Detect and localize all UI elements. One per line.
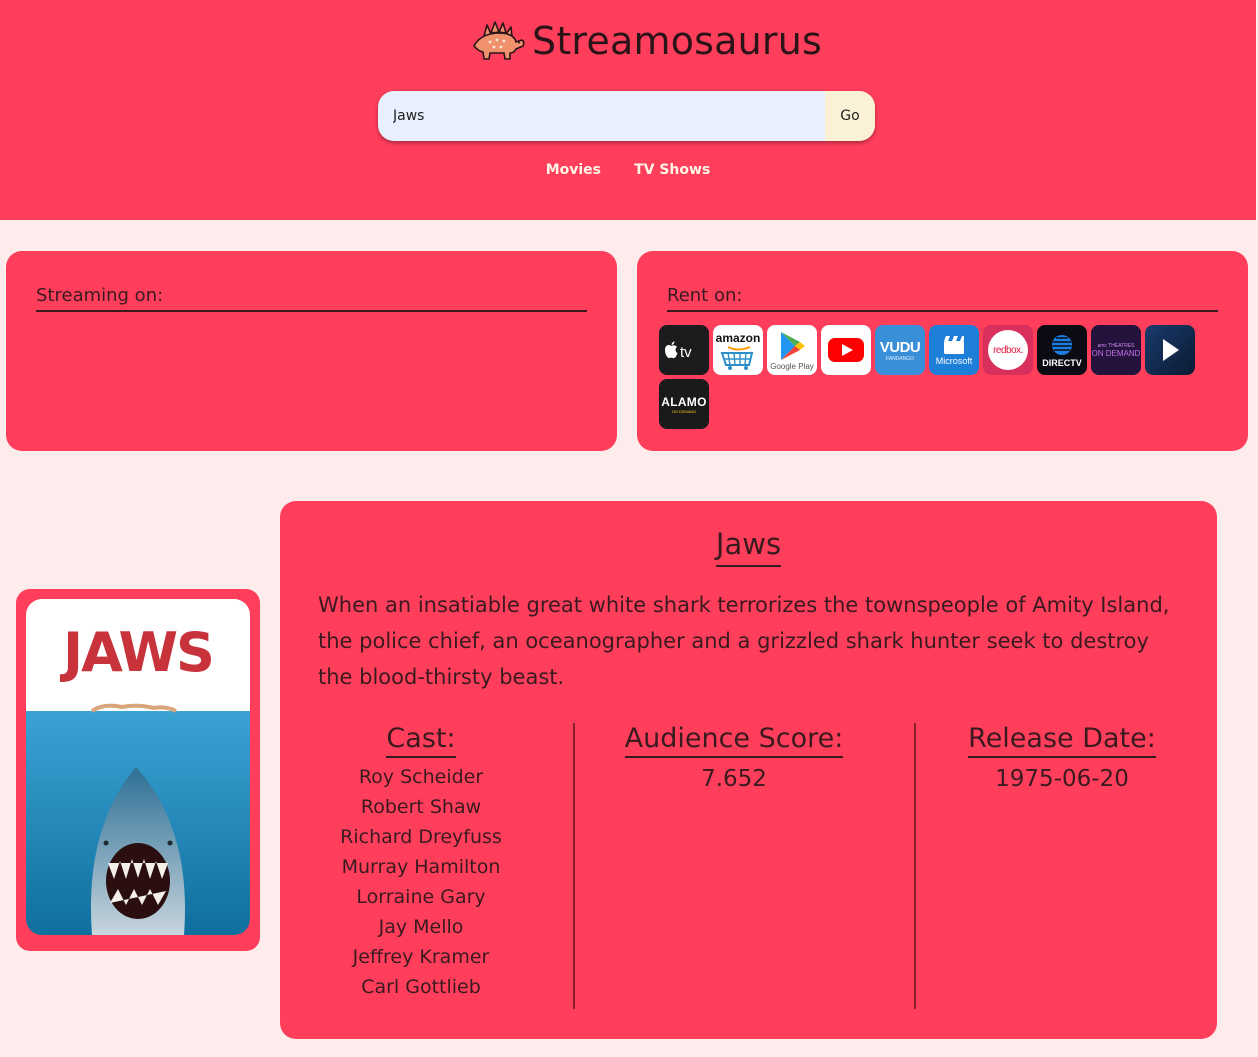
search-go-button[interactable]: Go bbox=[825, 91, 875, 141]
release-column: Release Date: 1975-06-20 bbox=[962, 723, 1162, 792]
redbox-text: redbox. bbox=[993, 344, 1023, 356]
amazon-logo-text: amazon bbox=[715, 331, 761, 345]
cast-member: Murray Hamilton bbox=[341, 856, 501, 878]
main-nav: Movies TV Shows bbox=[0, 159, 1256, 178]
app-title: Streamosaurus bbox=[532, 19, 823, 63]
play-icon[interactable] bbox=[1145, 325, 1195, 375]
movie-poster[interactable]: JAWS bbox=[26, 599, 250, 935]
cast-heading: Cast: bbox=[386, 723, 456, 758]
cast-column: Cast: Roy Scheider Robert Shaw Richard D… bbox=[340, 723, 502, 1002]
cast-member: Lorraine Gary bbox=[356, 886, 486, 908]
rent-provider-list: tv amazon Google Play VUDU FANDANGO Micr… bbox=[659, 325, 1219, 429]
youtube-icon[interactable] bbox=[821, 325, 871, 375]
search-input[interactable] bbox=[378, 91, 825, 141]
cast-member: Carl Gottlieb bbox=[361, 976, 481, 998]
cast-member: Robert Shaw bbox=[360, 796, 482, 818]
alamo-icon[interactable]: ALAMO ON DEMAND bbox=[659, 379, 709, 429]
microsoft-icon[interactable]: Microsoft bbox=[929, 325, 979, 375]
vudu-subtext: FANDANGO bbox=[885, 355, 915, 362]
column-divider bbox=[914, 723, 916, 1009]
cast-member: Roy Scheider bbox=[358, 766, 484, 788]
nav-tv-shows-link[interactable]: TV Shows bbox=[634, 162, 710, 178]
movie-details-card: Jaws When an insatiable great white shar… bbox=[280, 501, 1217, 1039]
poster-title: JAWS bbox=[59, 621, 213, 684]
microsoft-text: Microsoft bbox=[935, 356, 973, 366]
stegosaurus-logo-icon bbox=[473, 21, 525, 60]
brand[interactable]: Streamosaurus bbox=[470, 18, 822, 64]
cast-member: Richard Dreyfuss bbox=[340, 826, 502, 848]
alamo-subtext: ON DEMAND bbox=[671, 408, 697, 414]
movie-title-text: Jaws bbox=[715, 527, 782, 567]
release-heading: Release Date: bbox=[968, 723, 1156, 758]
site-header: Streamosaurus Go Movies TV Shows bbox=[0, 0, 1256, 220]
streaming-panel: Streaming on: bbox=[6, 251, 617, 451]
streaming-title: Streaming on: bbox=[36, 285, 587, 312]
audience-score: 7.652 bbox=[701, 766, 767, 792]
vudu-text: VUDU bbox=[879, 338, 921, 356]
rent-panel: Rent on: tv amazon Google Play VUDU FAND… bbox=[637, 251, 1248, 451]
google-play-icon[interactable]: Google Play bbox=[767, 325, 817, 375]
apple-tv-icon[interactable]: tv bbox=[659, 325, 709, 375]
alamo-text: ALAMO bbox=[661, 394, 707, 409]
release-date: 1975-06-20 bbox=[995, 766, 1129, 792]
cast-member: Jay Mello bbox=[378, 916, 464, 938]
vudu-icon[interactable]: VUDU FANDANGO bbox=[875, 325, 925, 375]
amc-text: ON DEMAND bbox=[1091, 348, 1141, 358]
directv-icon[interactable]: DIRECTV bbox=[1037, 325, 1087, 375]
svg-text:tv: tv bbox=[680, 344, 692, 361]
rent-title: Rent on: bbox=[667, 285, 1218, 312]
amazon-icon[interactable]: amazon bbox=[713, 325, 763, 375]
movie-title: Jaws bbox=[280, 527, 1217, 567]
score-heading: Audience Score: bbox=[624, 723, 844, 758]
cast-list: Roy Scheider Robert Shaw Richard Dreyfus… bbox=[340, 762, 502, 1002]
redbox-icon[interactable]: redbox. bbox=[983, 325, 1033, 375]
amc-on-demand-icon[interactable]: amc THEATRES ON DEMAND bbox=[1091, 325, 1141, 375]
google-play-text: Google Play bbox=[770, 361, 814, 371]
poster-frame: JAWS bbox=[16, 589, 260, 951]
score-column: Audience Score: 7.652 bbox=[614, 723, 854, 792]
movie-overview: When an insatiable great white shark ter… bbox=[318, 593, 1170, 689]
search-bar: Go bbox=[378, 91, 875, 141]
nav-movies-link[interactable]: Movies bbox=[546, 162, 601, 178]
column-divider bbox=[573, 723, 575, 1009]
directv-text: DIRECTV bbox=[1042, 357, 1082, 368]
cast-member: Jeffrey Kramer bbox=[352, 946, 490, 968]
